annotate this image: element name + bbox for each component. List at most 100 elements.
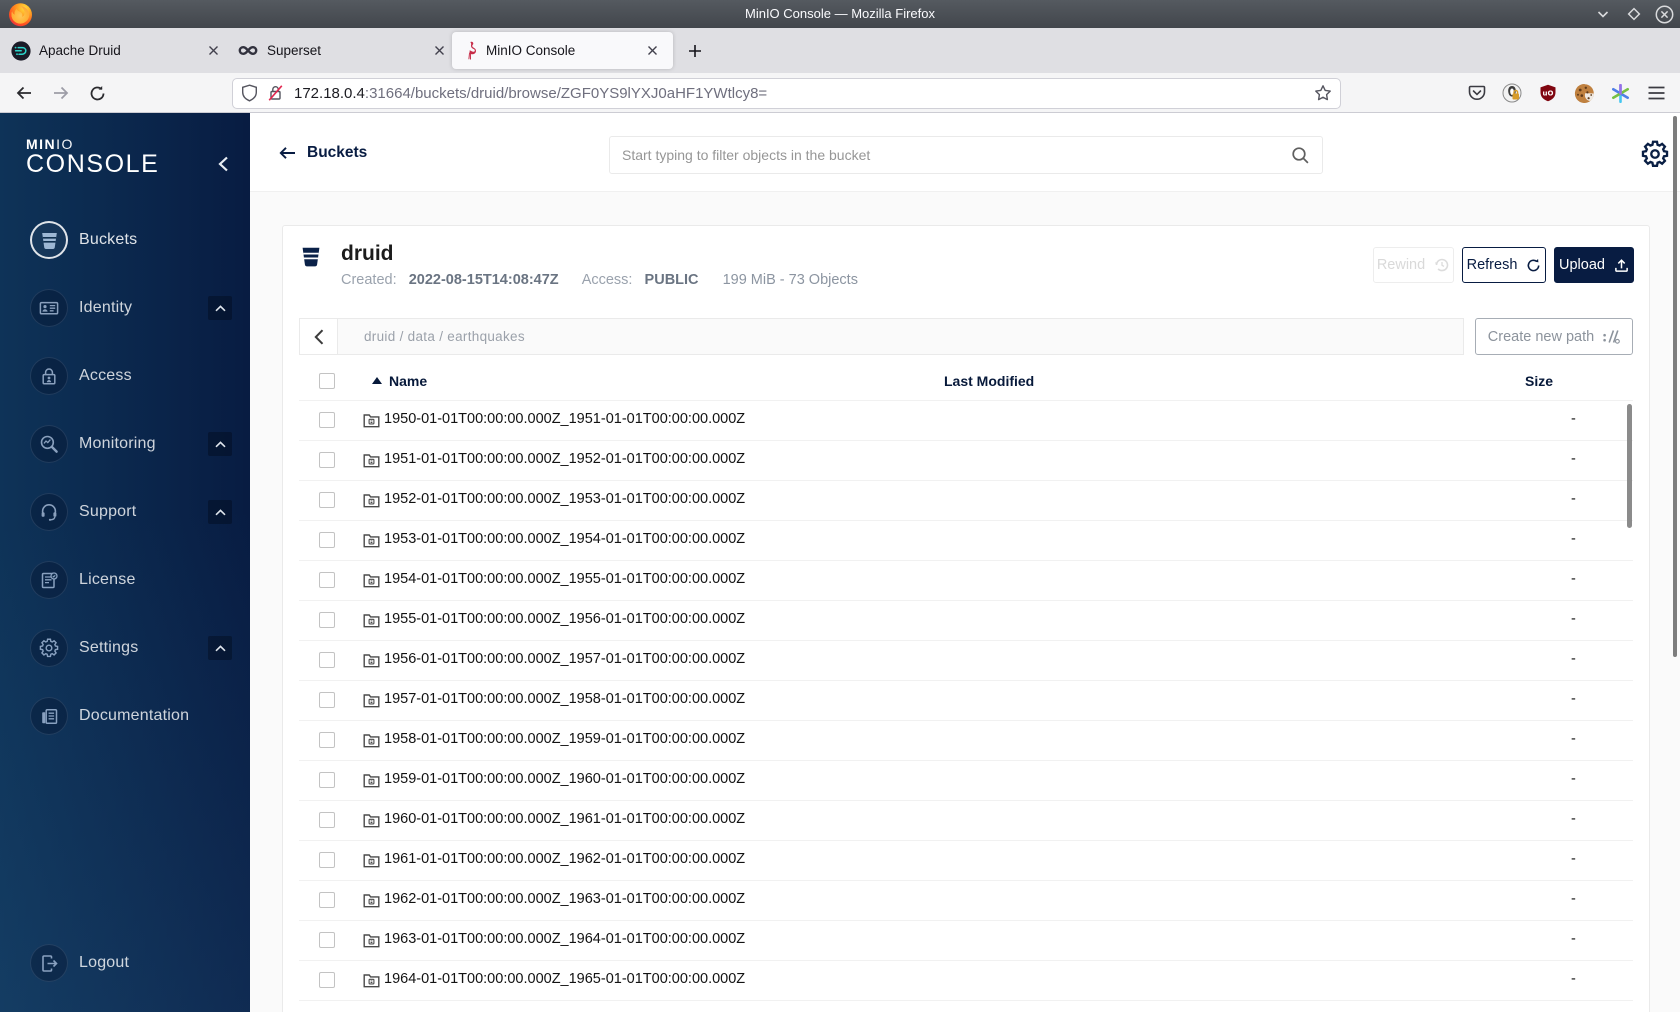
column-header-size[interactable]: Size [1525,373,1553,389]
create-new-path-button[interactable]: Create new path [1475,318,1633,355]
tab-minio-console[interactable]: MinIO Console [464,28,664,73]
object-row[interactable]: 1961-01-01T00:00:00.000Z_1962-01-01T00:0… [299,841,1633,881]
column-header-name[interactable]: Name [372,373,427,389]
monitoring-search-icon [30,425,68,463]
tab-close-icon[interactable] [640,39,664,63]
back-icon[interactable] [8,77,40,109]
object-name[interactable]: 1957-01-01T00:00:00.000Z_1958-01-01T00:0… [384,691,745,707]
column-header-last-modified[interactable]: Last Modified [944,373,1034,389]
folder-icon [363,892,380,909]
lock-slash-icon[interactable] [267,84,284,102]
breadcrumb[interactable]: druid / data / earthquakes [337,318,1464,355]
object-row[interactable]: 1957-01-01T00:00:00.000Z_1958-01-01T00:0… [299,681,1633,721]
row-checkbox[interactable] [319,972,335,988]
reload-icon[interactable] [81,77,113,109]
search-input[interactable] [622,147,1291,163]
cookie-extension-icon[interactable] [1569,78,1599,108]
object-row[interactable]: 1959-01-01T00:00:00.000Z_1960-01-01T00:0… [299,761,1633,801]
row-checkbox[interactable] [319,492,335,508]
object-name[interactable]: 1955-01-01T00:00:00.000Z_1956-01-01T00:0… [384,611,745,627]
object-filter-search[interactable] [609,136,1323,174]
object-row[interactable]: 1958-01-01T00:00:00.000Z_1959-01-01T00:0… [299,721,1633,761]
sidebar-item-documentation[interactable]: Documentation [0,688,250,744]
row-checkbox[interactable] [319,452,335,468]
row-checkbox[interactable] [319,932,335,948]
row-checkbox[interactable] [319,652,335,668]
colorful-asterisk-icon[interactable] [1605,78,1635,108]
window-minimize-chevron-icon[interactable] [1593,5,1612,24]
shield-icon[interactable] [241,84,258,102]
object-row[interactable]: 1953-01-01T00:00:00.000Z_1954-01-01T00:0… [299,521,1633,561]
object-name[interactable]: 1959-01-01T00:00:00.000Z_1960-01-01T00:0… [384,771,745,787]
sidebar-item-logout[interactable]: Logout [0,935,250,991]
object-row[interactable]: 1950-01-01T00:00:00.000Z_1951-01-01T00:0… [299,401,1633,441]
new-tab-button[interactable] [681,37,709,65]
row-checkbox[interactable] [319,412,335,428]
object-name[interactable]: 1951-01-01T00:00:00.000Z_1952-01-01T00:0… [384,451,745,467]
tab-close-icon[interactable] [427,39,451,63]
object-row[interactable]: 1964-01-01T00:00:00.000Z_1965-01-01T00:0… [299,961,1633,1001]
row-checkbox[interactable] [319,772,335,788]
pocket-icon[interactable] [1462,78,1492,108]
object-row[interactable]: 1951-01-01T00:00:00.000Z_1952-01-01T00:0… [299,441,1633,481]
gear-icon[interactable] [1641,140,1669,168]
page-scrollbar-thumb[interactable] [1673,116,1677,657]
row-checkbox[interactable] [319,692,335,708]
object-row[interactable]: 1962-01-01T00:00:00.000Z_1963-01-01T00:0… [299,881,1633,921]
object-name[interactable]: 1960-01-01T00:00:00.000Z_1961-01-01T00:0… [384,811,745,827]
window-maximize-diamond-icon[interactable] [1624,5,1643,24]
object-name[interactable]: 1964-01-01T00:00:00.000Z_1965-01-01T00:0… [384,971,745,987]
row-checkbox[interactable] [319,572,335,588]
object-row[interactable]: 1952-01-01T00:00:00.000Z_1953-01-01T00:0… [299,481,1633,521]
sidebar-item-monitoring[interactable]: Monitoring [0,416,250,472]
chevron-up-icon[interactable] [208,296,232,320]
object-row[interactable]: 1960-01-01T00:00:00.000Z_1961-01-01T00:0… [299,801,1633,841]
forward-icon[interactable] [45,77,77,109]
row-checkbox[interactable] [319,852,335,868]
row-checkbox[interactable] [319,532,335,548]
row-checkbox[interactable] [319,612,335,628]
row-checkbox[interactable] [319,812,335,828]
window-close-icon[interactable] [1655,5,1674,24]
object-row[interactable]: 1963-01-01T00:00:00.000Z_1964-01-01T00:0… [299,921,1633,961]
sidebar-item-identity[interactable]: Identity [0,280,250,336]
sidebar-item-access[interactable]: Access [0,348,250,404]
ublock-icon[interactable]: uO [1533,78,1563,108]
object-name[interactable]: 1961-01-01T00:00:00.000Z_1962-01-01T00:0… [384,851,745,867]
object-name[interactable]: 1963-01-01T00:00:00.000Z_1964-01-01T00:0… [384,931,745,947]
back-to-buckets-link[interactable]: Buckets [279,144,367,162]
object-name[interactable]: 1962-01-01T00:00:00.000Z_1963-01-01T00:0… [384,891,745,907]
upload-button[interactable]: Upload [1554,247,1634,283]
row-checkbox[interactable] [319,732,335,748]
bookmark-star-icon[interactable] [1314,84,1332,102]
select-all-checkbox[interactable] [319,373,335,389]
object-name[interactable]: 1950-01-01T00:00:00.000Z_1951-01-01T00:0… [384,411,745,427]
tab-apache-druid[interactable]: Apache Druid [11,28,225,73]
object-name[interactable]: 1954-01-01T00:00:00.000Z_1955-01-01T00:0… [384,571,745,587]
object-row[interactable]: 1955-01-01T00:00:00.000Z_1956-01-01T00:0… [299,601,1633,641]
privacy-extension-icon[interactable] [1497,78,1527,108]
chevron-up-icon[interactable] [208,500,232,524]
object-name[interactable]: 1958-01-01T00:00:00.000Z_1959-01-01T00:0… [384,731,745,747]
chevron-up-icon[interactable] [208,636,232,660]
hamburger-menu-icon[interactable] [1641,78,1671,108]
sidebar-item-settings[interactable]: Settings [0,620,250,676]
rewind-button[interactable]: Rewind [1373,247,1454,283]
object-name[interactable]: 1952-01-01T00:00:00.000Z_1953-01-01T00:0… [384,491,745,507]
tab-superset[interactable]: Superset [237,28,451,73]
object-name[interactable]: 1953-01-01T00:00:00.000Z_1954-01-01T00:0… [384,531,745,547]
breadcrumb-back-button[interactable] [299,318,337,355]
object-name[interactable]: 1956-01-01T00:00:00.000Z_1957-01-01T00:0… [384,651,745,667]
sidebar-item-license[interactable]: License [0,552,250,608]
sidebar-item-support[interactable]: Support [0,484,250,540]
sidebar-item-buckets[interactable]: Buckets [0,212,250,268]
refresh-button[interactable]: Refresh [1462,247,1546,283]
row-checkbox[interactable] [319,892,335,908]
object-row[interactable]: 1954-01-01T00:00:00.000Z_1955-01-01T00:0… [299,561,1633,601]
object-row[interactable]: 1956-01-01T00:00:00.000Z_1957-01-01T00:0… [299,641,1633,681]
url-bar[interactable]: 172.18.0.4:31664/buckets/druid/browse/ZG… [232,77,1341,109]
sidebar-collapse-chevron-icon[interactable] [210,151,236,177]
tab-close-icon[interactable] [201,39,225,63]
table-scrollbar-thumb[interactable] [1627,404,1632,528]
chevron-up-icon[interactable] [208,432,232,456]
